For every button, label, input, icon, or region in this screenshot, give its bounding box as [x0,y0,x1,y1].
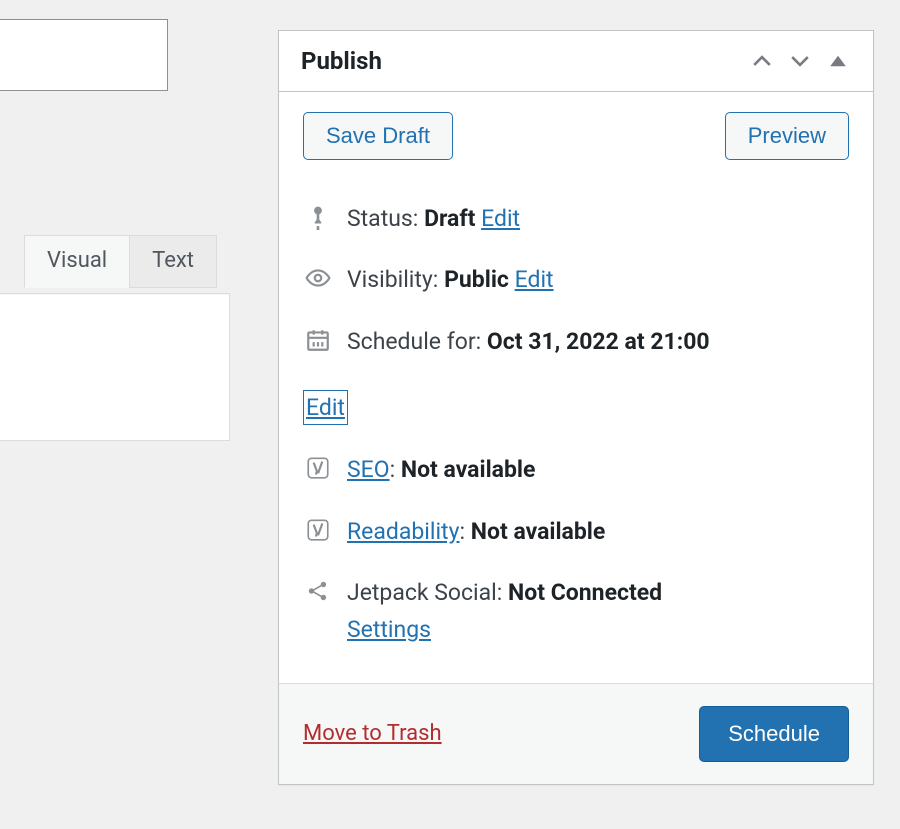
metabox-header: Publish [279,31,873,92]
status-value: Draft [424,205,475,232]
schedule-row: Schedule for: Oct 31, 2022 at 21:00 Edit [303,311,849,440]
preview-button[interactable]: Preview [725,112,849,160]
metabox-title: Publish [301,47,382,75]
post-title-input[interactable] [0,19,168,91]
visibility-label: Visibility: [347,266,438,293]
chevron-up-icon [749,48,775,74]
publish-metabox: Publish Save Draft Preview Status: Draft [278,30,874,785]
move-to-trash-link[interactable]: Move to Trash [303,721,442,746]
schedule-label: Schedule for: [347,328,481,355]
schedule-value: Oct 31, 2022 at 21:00 [487,328,710,355]
readability-link[interactable]: Readability [347,518,459,545]
tab-text[interactable]: Text [129,235,217,288]
yoast-icon [303,515,333,543]
status-edit-link[interactable]: Edit [481,205,520,232]
editor-content-area[interactable] [0,293,230,441]
pin-icon [303,202,333,230]
schedule-edit-link[interactable]: Edit [303,390,348,425]
eye-icon [303,263,333,291]
triangle-up-icon [825,48,851,74]
panel-move-down-button[interactable] [787,48,813,74]
visibility-row: Visibility: Public Edit [303,249,849,310]
calendar-icon [303,325,333,353]
jetpack-value: Not Connected [508,579,662,606]
visibility-edit-link[interactable]: Edit [515,266,554,293]
save-draft-button[interactable]: Save Draft [303,112,453,160]
seo-sep: : [390,456,401,483]
tab-visual[interactable]: Visual [24,235,130,288]
editor-tabs: Visual Text [24,235,217,288]
schedule-button[interactable]: Schedule [699,706,849,762]
seo-value: Not available [401,456,536,483]
jetpack-label: Jetpack Social: [347,579,502,606]
readability-sep: : [459,518,470,545]
chevron-down-icon [787,48,813,74]
status-row: Status: Draft Edit [303,188,849,249]
seo-link[interactable]: SEO [347,456,390,483]
jetpack-settings-link[interactable]: Settings [347,613,849,646]
panel-move-up-button[interactable] [749,48,775,74]
readability-value: Not available [471,518,606,545]
yoast-icon [303,453,333,481]
panel-toggle-button[interactable] [825,48,851,74]
share-icon [303,576,333,604]
jetpack-row: Jetpack Social: Not Connected Settings [303,562,849,661]
visibility-value: Public [444,266,509,293]
seo-row: SEO: Not available [303,439,849,500]
publish-footer: Move to Trash Schedule [279,683,873,784]
status-label: Status: [347,205,418,232]
readability-row: Readability: Not available [303,501,849,562]
